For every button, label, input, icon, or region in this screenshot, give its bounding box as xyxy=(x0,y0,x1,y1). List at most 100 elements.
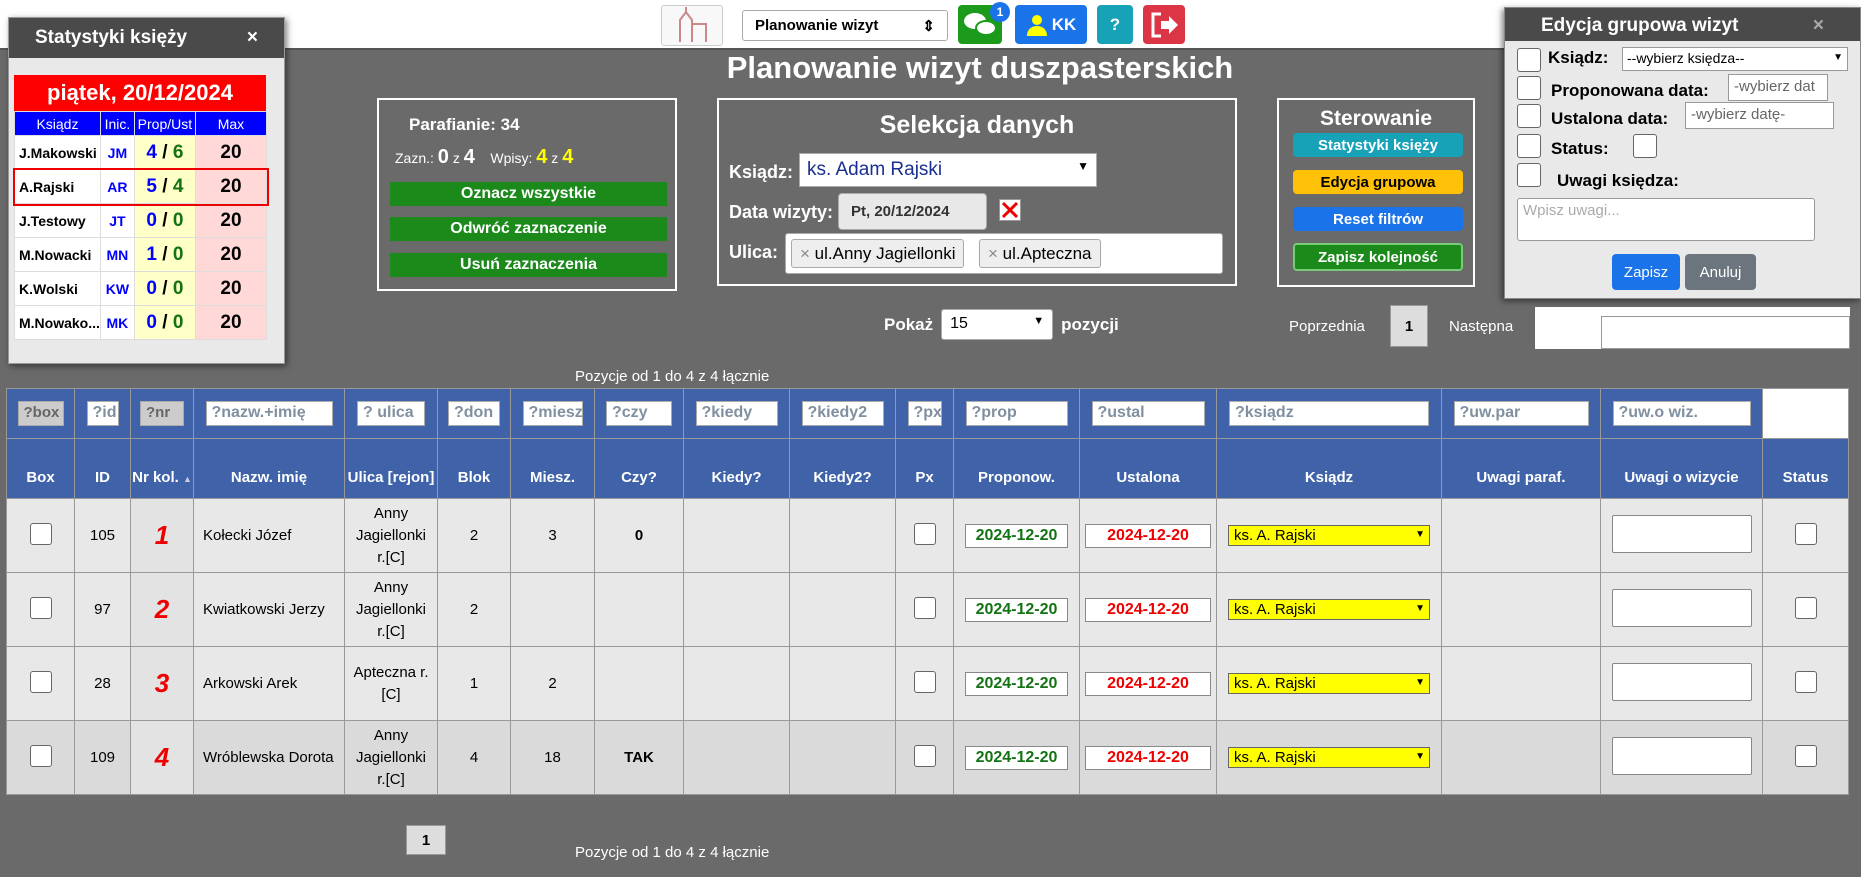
bottom-page-1-button[interactable]: 1 xyxy=(406,825,446,855)
help-button[interactable]: ? xyxy=(1097,5,1133,44)
filter-name-input[interactable]: ?nazw.+imię xyxy=(205,401,333,426)
col-confirmed[interactable]: Ustalona xyxy=(1079,438,1217,499)
row-visit-notes-textarea[interactable] xyxy=(1611,588,1752,627)
row-proposed-date[interactable]: 2024-12-20 xyxy=(965,745,1068,770)
table-row[interactable]: 105 1 Kołecki Józef Anny Jagiellonki r.[C] 2… xyxy=(6,498,1849,573)
row-status-checkbox[interactable] xyxy=(1794,670,1817,693)
group-cancel-button[interactable]: Anuluj xyxy=(1685,254,1756,290)
group-ust-date-input[interactable]: -wybierz datę- xyxy=(1685,102,1834,129)
filter-kiedy-input[interactable]: ?kiedy xyxy=(695,401,778,426)
row-nr[interactable]: 1 xyxy=(130,498,194,573)
group-prop-date-input[interactable]: -wybierz dat xyxy=(1728,74,1828,101)
group-priest-select[interactable]: --wybierz księdza-- ▼ xyxy=(1622,47,1848,71)
priest-select[interactable]: ks. Adam Rajski ▼ xyxy=(799,153,1097,187)
row-priest-select[interactable]: ks. A. Rajski ▼ xyxy=(1228,673,1430,694)
filter-visit-notes-input[interactable]: ?uw.o wiz. xyxy=(1612,401,1751,426)
row-px-checkbox[interactable] xyxy=(913,596,936,619)
row-confirmed-date[interactable]: 2024-12-20 xyxy=(1085,523,1211,548)
prev-page-link[interactable]: Poprzednia xyxy=(1289,318,1365,335)
row-checkbox[interactable] xyxy=(29,522,52,545)
col-street[interactable]: Ulica [rejon] xyxy=(344,438,438,499)
save-order-button[interactable]: Zapisz kolejność xyxy=(1293,243,1463,271)
row-priest-select[interactable]: ks. A. Rajski ▼ xyxy=(1228,599,1430,620)
mode-select[interactable]: Planowanie wizyt ⇕ xyxy=(742,10,948,41)
row-nr[interactable]: 4 xyxy=(130,720,194,795)
close-icon[interactable]: × xyxy=(1813,15,1824,36)
row-status-checkbox[interactable] xyxy=(1794,596,1817,619)
row-checkbox[interactable] xyxy=(29,670,52,693)
col-parish-notes[interactable]: Uwagi paraf. xyxy=(1441,438,1601,499)
filter-apartment-input[interactable]: ?miesz xyxy=(522,401,583,426)
col-proposed[interactable]: Proponow. xyxy=(953,438,1080,499)
filter-box-input[interactable]: ?box xyxy=(17,401,64,426)
invert-selection-button[interactable]: Odwróć zaznaczenie xyxy=(390,217,667,241)
filter-id-input[interactable]: ?id xyxy=(86,401,119,426)
filter-parish-notes-input[interactable]: ?uw.par xyxy=(1453,401,1589,426)
clear-date-icon[interactable] xyxy=(999,199,1021,221)
group-edit-button[interactable]: Edycja grupowa xyxy=(1293,170,1463,194)
filter-street-input[interactable]: ? ulica xyxy=(357,401,425,426)
filter-czy-input[interactable]: ?czy xyxy=(606,401,672,426)
close-icon[interactable]: × xyxy=(247,27,258,49)
visit-date-input[interactable]: Pt, 20/12/2024 xyxy=(838,193,987,230)
table-row[interactable]: 109 4 Wróblewska Dorota Anny Jagiellonki r.… xyxy=(6,720,1849,795)
col-box[interactable]: Box xyxy=(6,438,75,499)
table-row[interactable]: 28 3 Arkowski Arek Apteczna r.[C] 1 2 2024-12-… xyxy=(6,646,1849,721)
reset-filters-button[interactable]: Reset filtrów xyxy=(1293,207,1463,231)
filter-block-input[interactable]: ?don xyxy=(448,401,500,426)
col-nr[interactable]: Nr kol. ▲ xyxy=(130,438,194,499)
row-visit-notes-textarea[interactable] xyxy=(1611,514,1752,553)
row-px-checkbox[interactable] xyxy=(913,744,936,767)
group-ust-checkbox[interactable] xyxy=(1517,104,1541,128)
next-page-link[interactable]: Następna xyxy=(1449,318,1513,335)
row-confirmed-date[interactable]: 2024-12-20 xyxy=(1085,745,1211,770)
user-button[interactable]: KK xyxy=(1015,5,1087,44)
col-px[interactable]: Px xyxy=(895,438,954,499)
group-notes-textarea[interactable]: Wpisz uwagi... xyxy=(1517,198,1815,241)
col-block[interactable]: Blok xyxy=(437,438,511,499)
stats-row[interactable]: A.Rajski AR 5 / 4 20 xyxy=(12,167,269,206)
street-multiselect[interactable]: × ul.Anny Jagiellonki × ul.Apteczna xyxy=(785,233,1223,274)
search-input[interactable] xyxy=(1601,316,1850,349)
col-id[interactable]: ID xyxy=(74,438,131,499)
col-status[interactable]: Status xyxy=(1762,438,1849,499)
filter-prop-input[interactable]: ?prop xyxy=(965,401,1068,426)
filter-px-input[interactable]: ?px xyxy=(907,401,942,426)
stats-row[interactable]: M.Nowako... MK 0 / 0 20 xyxy=(14,305,268,340)
group-status-checkbox[interactable] xyxy=(1517,134,1541,158)
row-nr[interactable]: 3 xyxy=(130,646,194,721)
stats-row[interactable]: M.Nowacki MN 1 / 0 20 xyxy=(14,237,268,272)
row-proposed-date[interactable]: 2024-12-20 xyxy=(965,671,1068,696)
col-priest[interactable]: Ksiądz xyxy=(1216,438,1442,499)
filter-ustal-input[interactable]: ?ustal xyxy=(1091,401,1205,426)
col-apartment[interactable]: Miesz. xyxy=(510,438,595,499)
col-visit-notes[interactable]: Uwagi o wizycie xyxy=(1600,438,1763,499)
row-priest-select[interactable]: ks. A. Rajski ▼ xyxy=(1228,525,1430,546)
group-prop-checkbox[interactable] xyxy=(1517,76,1541,100)
page-1-button[interactable]: 1 xyxy=(1390,305,1428,347)
col-name[interactable]: Nazw. imię xyxy=(193,438,345,499)
table-row[interactable]: 97 2 Kwiatkowski Jerzy Anny Jagiellonki r.[… xyxy=(6,572,1849,647)
row-checkbox[interactable] xyxy=(29,744,52,767)
row-px-checkbox[interactable] xyxy=(913,522,936,545)
group-notes-checkbox[interactable] xyxy=(1517,163,1541,187)
street-tag[interactable]: × ul.Apteczna xyxy=(979,239,1101,268)
col-czy[interactable]: Czy? xyxy=(594,438,684,499)
page-length-select[interactable]: 15 ▼ xyxy=(941,309,1054,340)
row-proposed-date[interactable]: 2024-12-20 xyxy=(965,597,1068,622)
group-priest-checkbox[interactable] xyxy=(1517,48,1541,72)
group-status-value-checkbox[interactable] xyxy=(1633,134,1657,158)
row-proposed-date[interactable]: 2024-12-20 xyxy=(965,523,1068,548)
stats-row[interactable]: K.Wolski KW 0 / 0 20 xyxy=(14,271,268,306)
stats-row[interactable]: J.Makowski JM 4 / 6 20 xyxy=(14,135,268,170)
row-status-checkbox[interactable] xyxy=(1794,744,1817,767)
row-checkbox[interactable] xyxy=(29,596,52,619)
stats-button[interactable]: Statystyki księży xyxy=(1293,133,1463,157)
stats-row[interactable]: J.Testowy JT 0 / 0 20 xyxy=(14,203,268,238)
row-px-checkbox[interactable] xyxy=(913,670,936,693)
filter-nr-input[interactable]: ?nr xyxy=(140,401,184,426)
row-status-checkbox[interactable] xyxy=(1794,522,1817,545)
filter-kiedy2-input[interactable]: ?kiedy2 xyxy=(801,401,884,426)
row-confirmed-date[interactable]: 2024-12-20 xyxy=(1085,597,1211,622)
col-kiedy2[interactable]: Kiedy2? xyxy=(789,438,896,499)
